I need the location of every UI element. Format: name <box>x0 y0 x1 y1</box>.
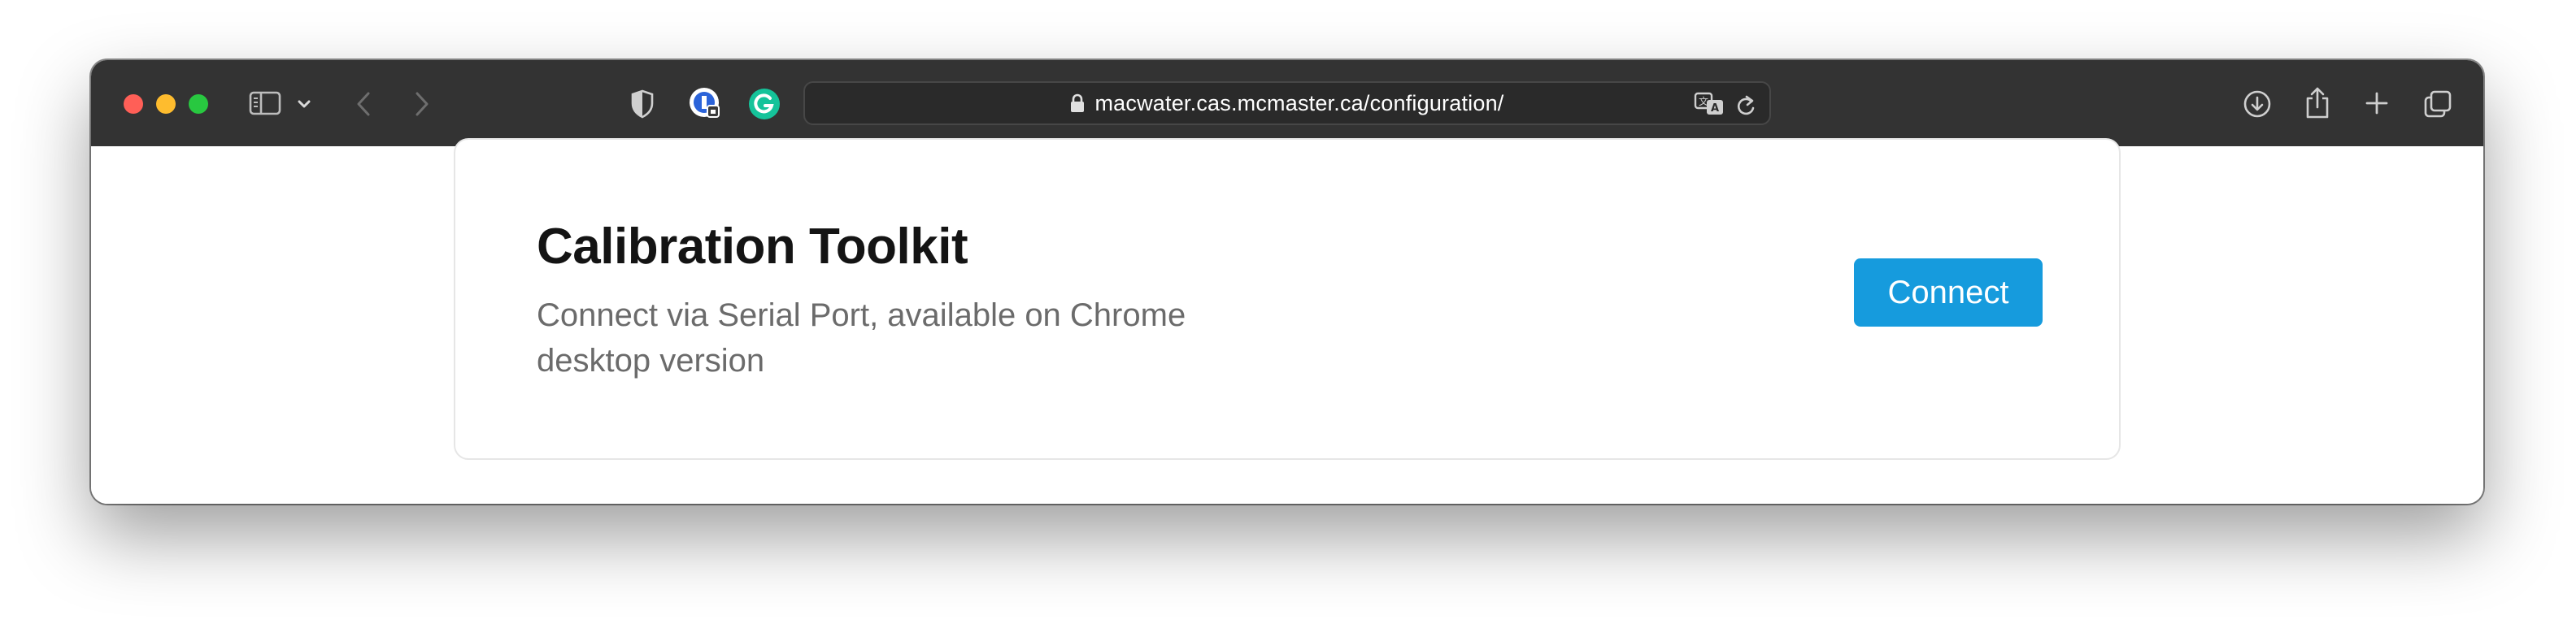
download-icon[interactable] <box>2241 88 2274 120</box>
browser-toolbar: macwater.cas.mcmaster.ca/configuration/ … <box>91 60 2483 148</box>
browser-window: macwater.cas.mcmaster.ca/configuration/ … <box>91 60 2483 504</box>
password-manager-icon[interactable] <box>688 86 722 120</box>
zoom-window-button[interactable] <box>189 94 208 114</box>
page-content: Calibration Toolkit Connect via Serial P… <box>91 138 2483 504</box>
svg-text:A: A <box>1711 102 1719 115</box>
page-title: Calibration Toolkit <box>537 219 968 275</box>
minimize-window-button[interactable] <box>156 94 176 114</box>
screenshot-stage: macwater.cas.mcmaster.ca/configuration/ … <box>0 0 2576 624</box>
forward-icon[interactable] <box>410 89 434 119</box>
calibration-card: Calibration Toolkit Connect via Serial P… <box>454 138 2121 460</box>
tab-overview-icon[interactable] <box>2422 88 2454 120</box>
url-text: macwater.cas.mcmaster.ca/configuration/ <box>1094 91 1503 116</box>
close-window-button[interactable] <box>124 94 143 114</box>
url-path: /configuration/ <box>1363 90 1504 115</box>
plus-icon[interactable] <box>2363 89 2391 117</box>
grammarly-icon[interactable] <box>748 88 781 120</box>
address-bar[interactable]: macwater.cas.mcmaster.ca/configuration/ … <box>803 81 1771 125</box>
sidebar-icon[interactable] <box>247 89 283 117</box>
reload-icon[interactable] <box>1734 93 1758 117</box>
shield-icon[interactable] <box>628 88 657 120</box>
chevron-down-icon[interactable] <box>296 96 312 112</box>
address-bar-content: macwater.cas.mcmaster.ca/configuration/ <box>805 83 1769 124</box>
lock-icon <box>1070 93 1085 113</box>
share-icon[interactable] <box>2301 84 2334 120</box>
url-host: macwater.cas.mcmaster.ca <box>1094 90 1364 115</box>
translate-icon[interactable]: 文 A <box>1693 91 1725 117</box>
back-icon[interactable] <box>351 89 376 119</box>
card-description: Connect via Serial Port, available on Ch… <box>537 297 1186 379</box>
connect-button[interactable]: Connect <box>1854 258 2043 327</box>
